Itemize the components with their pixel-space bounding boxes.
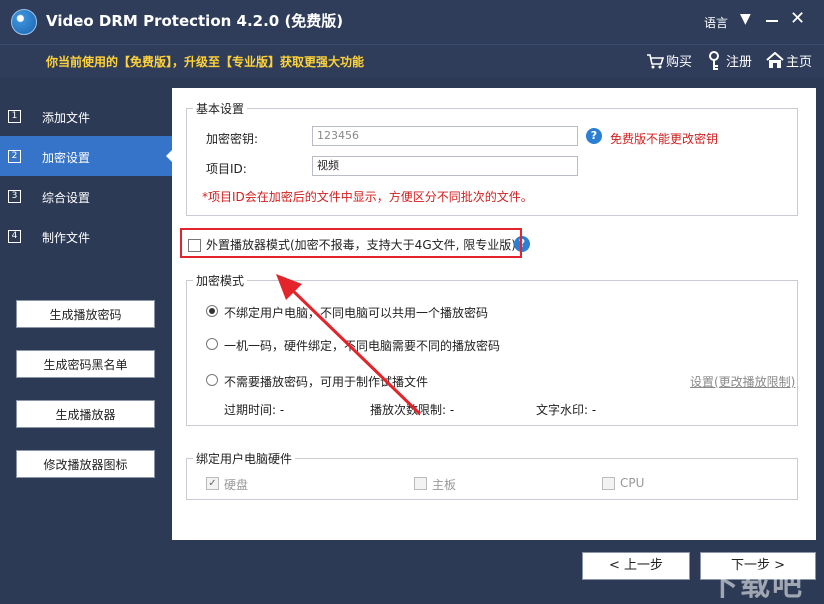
annotation-arrow-icon [276, 274, 422, 416]
site-watermark: 下载吧 [708, 568, 804, 603]
previous-step-button[interactable]: < 上一步 [582, 552, 690, 580]
